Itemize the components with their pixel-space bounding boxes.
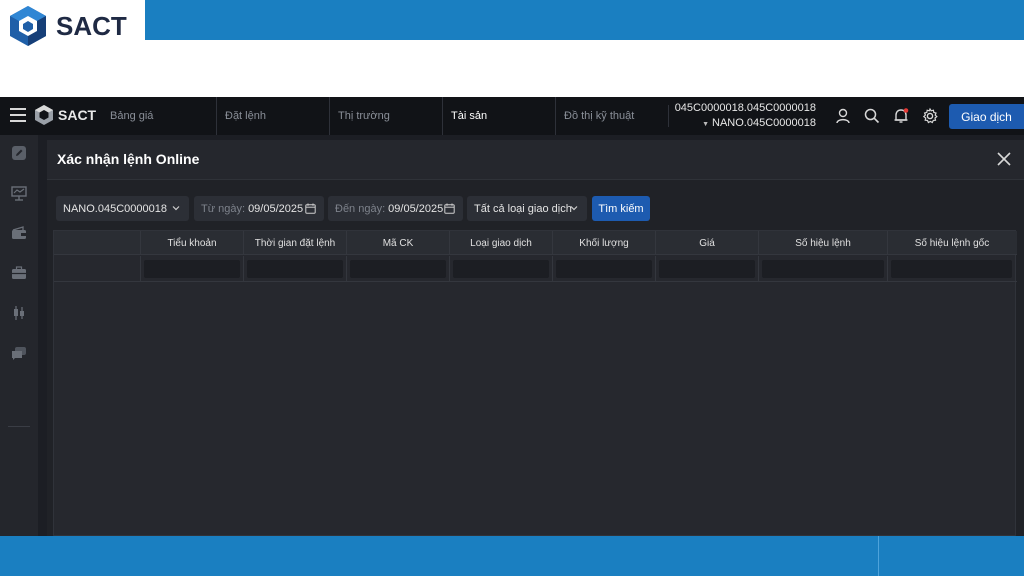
- cell-divider: [243, 256, 244, 282]
- chevron-down-icon: [172, 206, 180, 211]
- cell-divider: [346, 256, 347, 282]
- sact-cube-logo-icon: [35, 105, 53, 125]
- table-header: Tiểu khoản Thời gian đặt lệnh Mã CK Loại…: [54, 231, 1017, 255]
- slide-top-band: [0, 0, 1024, 40]
- cell-divider: [449, 256, 450, 282]
- chevron-down-icon: [570, 206, 578, 211]
- column-header[interactable]: Số hiệu lệnh gốc: [887, 231, 1016, 255]
- filter-input-gia[interactable]: [659, 260, 755, 278]
- sidebar-divider: [8, 426, 30, 427]
- filter-input-thoi-gian[interactable]: [247, 260, 343, 278]
- nav-item-thi-truong[interactable]: Thị trường: [329, 97, 442, 135]
- column-header[interactable]: Thời gian đặt lệnh: [243, 231, 346, 255]
- account-line-2: NANO.045C0000018: [712, 117, 816, 129]
- sact-cube-logo-icon: [10, 6, 46, 46]
- column-header[interactable]: Mã CK: [346, 231, 449, 255]
- bell-icon[interactable]: [892, 107, 910, 125]
- filter-input-khoi-luong[interactable]: [556, 260, 652, 278]
- menu-icon[interactable]: [10, 108, 26, 122]
- to-date-value: 09/05/2025: [388, 202, 444, 215]
- slide-logo-text: SACT: [56, 10, 127, 41]
- cell-divider: [140, 256, 141, 282]
- nav-label: Tài sản: [451, 110, 488, 122]
- account-line-1: 045C0000018.045C0000018: [674, 102, 816, 114]
- from-date-label: Từ ngày:: [201, 202, 246, 215]
- app-header: SACT Bảng giá Đặt lệnh Thị trường Tài sả…: [0, 97, 1024, 135]
- column-header[interactable]: Số hiệu lệnh: [758, 231, 887, 255]
- panel-title: Xác nhận lệnh Online: [57, 151, 200, 167]
- nav-label: Đặt lệnh: [225, 110, 266, 122]
- table-filter-row: [54, 256, 1017, 282]
- app-logo[interactable]: SACT: [34, 104, 96, 126]
- briefcase-icon[interactable]: [10, 264, 28, 282]
- cell-divider: [758, 256, 759, 282]
- cell-divider: [655, 256, 656, 282]
- order-confirmation-panel: Xác nhận lệnh Online NANO.045C0000018 Từ…: [47, 140, 1024, 536]
- cell-divider: [552, 256, 553, 282]
- trade-button[interactable]: Giao dịch: [949, 104, 1024, 129]
- nav-label: Thị trường: [338, 110, 390, 122]
- chat-icon[interactable]: [10, 344, 28, 362]
- nav-item-tai-san[interactable]: Tài sản: [442, 97, 555, 135]
- caret-down-icon: ▼: [702, 121, 710, 128]
- nav-label: Đồ thị kỹ thuật: [564, 110, 635, 122]
- slide-bottom-divider: [878, 536, 879, 576]
- slide-bottom-band: [0, 536, 1024, 576]
- transaction-type-dropdown[interactable]: Tất cả loại giao dịch: [467, 196, 587, 221]
- candlestick-icon[interactable]: [10, 304, 28, 322]
- chart-board-icon[interactable]: [10, 184, 28, 202]
- from-date-picker[interactable]: Từ ngày: 09/05/2025: [194, 196, 324, 221]
- slide-logo: SACT: [0, 0, 145, 52]
- transaction-type-value: Tất cả loại giao dịch: [474, 202, 572, 215]
- nav-item-do-thi-ky-thuat[interactable]: Đồ thị kỹ thuật: [555, 97, 668, 135]
- user-icon[interactable]: [834, 107, 852, 125]
- filter-input-loai-giao-dich[interactable]: [453, 260, 549, 278]
- column-header[interactable]: Loại giao dịch: [449, 231, 552, 255]
- wallet-icon[interactable]: [10, 224, 28, 242]
- calendar-icon: [444, 203, 455, 214]
- gear-icon[interactable]: [921, 107, 939, 125]
- calendar-icon: [305, 203, 316, 214]
- nav-item-dat-lenh[interactable]: Đặt lệnh: [216, 97, 329, 135]
- orders-table: Tiểu khoản Thời gian đặt lệnh Mã CK Loại…: [53, 230, 1017, 536]
- search-icon[interactable]: [863, 107, 881, 125]
- filter-input-so-hieu-lenh[interactable]: [762, 260, 884, 278]
- close-icon[interactable]: [997, 152, 1011, 166]
- to-date-picker[interactable]: Đến ngày: 09/05/2025: [328, 196, 463, 221]
- column-header[interactable]: Tiểu khoản: [140, 231, 243, 255]
- cell-divider: [887, 256, 888, 282]
- search-button[interactable]: Tìm kiếm: [592, 196, 650, 221]
- filter-input-ma-ck[interactable]: [350, 260, 446, 278]
- nav-label: Bảng giá: [110, 110, 154, 122]
- panel-header: Xác nhận lệnh Online: [47, 140, 1024, 180]
- app-logo-text: SACT: [58, 107, 97, 123]
- pencil-icon[interactable]: [10, 144, 28, 162]
- column-header[interactable]: Giá: [655, 231, 758, 255]
- filter-input-tieu-khoan[interactable]: [144, 260, 240, 278]
- left-sidebar: [0, 135, 38, 536]
- to-date-label: Đến ngày:: [335, 202, 386, 215]
- app-window: SACT Bảng giá Đặt lệnh Thị trường Tài sả…: [0, 97, 1024, 536]
- account-dropdown-value: NANO.045C0000018: [63, 202, 167, 215]
- from-date-value: 09/05/2025: [248, 202, 304, 215]
- nav-item-bang-gia[interactable]: Bảng giá: [100, 97, 216, 135]
- column-header[interactable]: Khối lượng: [552, 231, 655, 255]
- account-dropdown[interactable]: NANO.045C0000018: [56, 196, 189, 221]
- filter-input-so-hieu-lenh-goc[interactable]: [891, 260, 1012, 278]
- account-selector[interactable]: 045C0000018.045C0000018 ▼ NANO.045C000001…: [664, 101, 816, 132]
- main-nav: Bảng giá Đặt lệnh Thị trường Tài sản Đồ …: [100, 97, 668, 135]
